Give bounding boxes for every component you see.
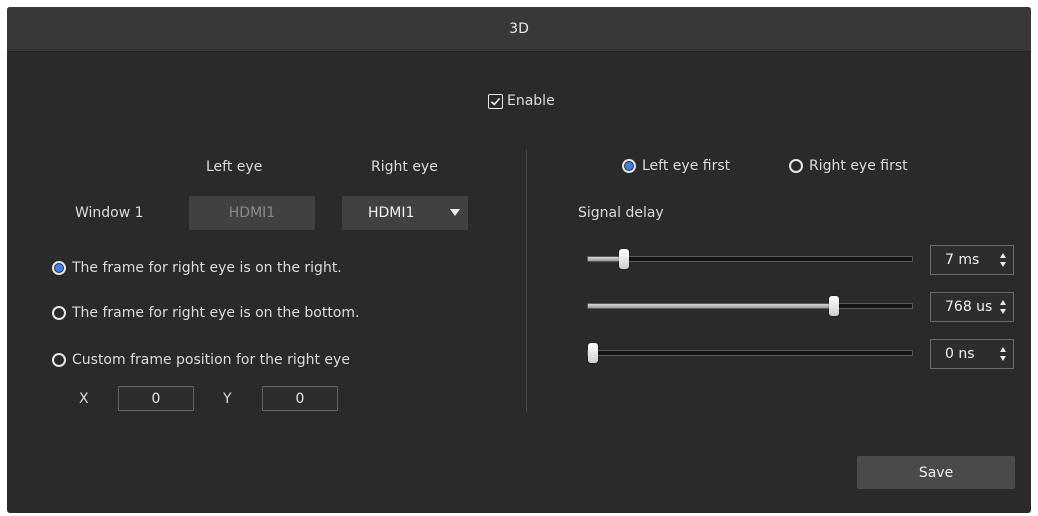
delay-ms-slider[interactable] [587, 249, 913, 269]
x-label: X [79, 391, 89, 407]
right-eye-header: Right eye [371, 159, 438, 175]
left-eye-source-value: HDMI1 [228, 205, 276, 221]
enable-checkbox[interactable] [488, 93, 503, 109]
checkmark-icon [490, 97, 501, 106]
frame-right-option[interactable]: The frame for right eye is on the right. [52, 260, 342, 276]
delay-ms-value: 7 ms [945, 252, 980, 268]
delay-us-spinbox[interactable]: 768 us [930, 292, 1014, 322]
dialog-title: 3D [509, 21, 529, 37]
x-input-value: 0 [151, 390, 161, 407]
delay-ms-spinbox[interactable]: 7 ms [930, 245, 1014, 275]
y-input[interactable]: 0 [262, 386, 338, 411]
x-input[interactable]: 0 [118, 386, 194, 411]
radio-right-eye-first[interactable] [789, 159, 803, 173]
signal-delay-label: Signal delay [578, 205, 664, 221]
3d-settings-dialog: 3D Enable Left eye Right eye Window 1 HD… [7, 7, 1031, 513]
y-label: Y [223, 391, 232, 407]
spin-arrows-icon[interactable] [999, 253, 1007, 267]
delay-us-slider[interactable] [587, 296, 913, 316]
delay-us-slider-fill [588, 304, 835, 308]
left-eye-first-option[interactable]: Left eye first [622, 158, 730, 174]
delay-us-value: 768 us [945, 299, 993, 315]
delay-ns-slider[interactable] [587, 343, 913, 363]
right-eye-source-dropdown[interactable]: HDMI1 [342, 196, 468, 230]
right-eye-first-option[interactable]: Right eye first [789, 158, 908, 174]
delay-ns-spinbox[interactable]: 0 ns [930, 339, 1014, 369]
spin-arrows-icon[interactable] [999, 347, 1007, 361]
y-input-value: 0 [295, 390, 305, 407]
radio-frame-right[interactable] [52, 261, 66, 275]
spin-arrows-icon[interactable] [999, 300, 1007, 314]
left-eye-header: Left eye [206, 159, 263, 175]
right-eye-source-value: HDMI1 [368, 205, 415, 221]
radio-left-eye-first[interactable] [622, 159, 636, 173]
frame-bottom-label: The frame for right eye is on the bottom… [72, 305, 360, 321]
frame-bottom-option[interactable]: The frame for right eye is on the bottom… [52, 305, 360, 321]
frame-right-label: The frame for right eye is on the right. [72, 260, 342, 276]
dialog-titlebar: 3D [7, 7, 1031, 52]
window-label: Window 1 [75, 205, 144, 221]
frame-custom-option[interactable]: Custom frame position for the right eye [52, 352, 350, 368]
radio-frame-bottom[interactable] [52, 306, 66, 320]
section-divider [526, 150, 527, 412]
save-button-label: Save [918, 464, 954, 481]
delay-ms-slider-thumb[interactable] [618, 249, 629, 269]
radio-frame-custom[interactable] [52, 353, 66, 367]
delay-ns-value: 0 ns [945, 346, 975, 362]
left-eye-source-field: HDMI1 [189, 196, 315, 230]
chevron-down-icon [450, 209, 460, 216]
delay-us-slider-thumb[interactable] [829, 296, 840, 316]
enable-label: Enable [507, 93, 555, 109]
save-button[interactable]: Save [857, 456, 1015, 489]
enable-checkbox-row[interactable]: Enable [488, 93, 555, 109]
right-eye-first-label: Right eye first [809, 158, 908, 174]
frame-custom-label: Custom frame position for the right eye [72, 352, 350, 368]
delay-ns-slider-thumb[interactable] [588, 343, 598, 363]
left-eye-first-label: Left eye first [642, 158, 731, 174]
